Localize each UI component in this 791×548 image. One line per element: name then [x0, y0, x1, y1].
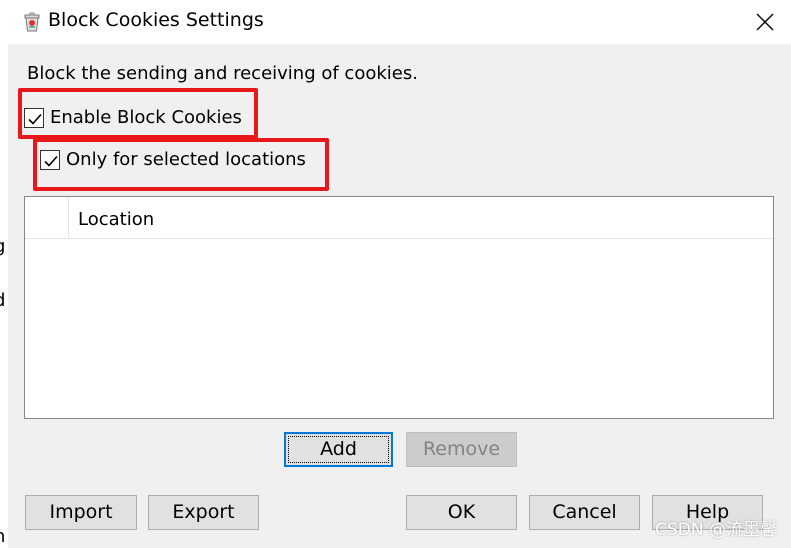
ok-button-label: OK [447, 501, 476, 523]
checkmark-icon [44, 155, 58, 167]
block-cookies-dialog: Block Cookies Settings Block the sending… [8, 0, 791, 548]
remove-button-label: Remove [422, 438, 501, 460]
focus-rectangle [288, 436, 389, 463]
background-text-fragment: d [0, 290, 5, 311]
watermark: CSDN @流墨馨 [655, 520, 777, 540]
enable-block-cookies-checkbox[interactable]: Enable Block Cookies [24, 107, 242, 128]
checkbox-box[interactable] [24, 107, 44, 128]
only-selected-locations-checkbox[interactable]: Only for selected locations [40, 149, 306, 170]
export-button-label: Export [172, 501, 235, 523]
locations-table[interactable]: Location [24, 196, 774, 419]
cancel-button-label: Cancel [552, 501, 617, 523]
background-text-fragment: n [0, 526, 5, 547]
dialog-description: Block the sending and receiving of cooki… [27, 63, 418, 84]
close-icon [756, 13, 774, 31]
import-button-label: Import [49, 501, 113, 523]
ok-button[interactable]: OK [406, 495, 517, 530]
title-bar: Block Cookies Settings [8, 0, 791, 44]
checkbox-box[interactable] [40, 149, 60, 170]
export-button[interactable]: Export [148, 495, 259, 530]
close-button[interactable] [739, 0, 791, 44]
enable-block-cookies-label: Enable Block Cookies [50, 107, 242, 128]
column-header-select[interactable] [25, 197, 69, 239]
background-text-fragment: g [0, 236, 5, 257]
cancel-button[interactable]: Cancel [529, 495, 640, 530]
add-button[interactable]: Add [284, 432, 393, 467]
checkmark-icon [28, 113, 42, 125]
table-header: Location [25, 197, 773, 239]
app-icon [22, 11, 42, 33]
dialog-title: Block Cookies Settings [48, 9, 264, 31]
import-button[interactable]: Import [25, 495, 137, 530]
only-selected-locations-label: Only for selected locations [66, 149, 306, 170]
background-window: g d n [0, 0, 8, 548]
column-header-location[interactable]: Location [78, 209, 154, 230]
remove-button[interactable]: Remove [406, 432, 517, 467]
